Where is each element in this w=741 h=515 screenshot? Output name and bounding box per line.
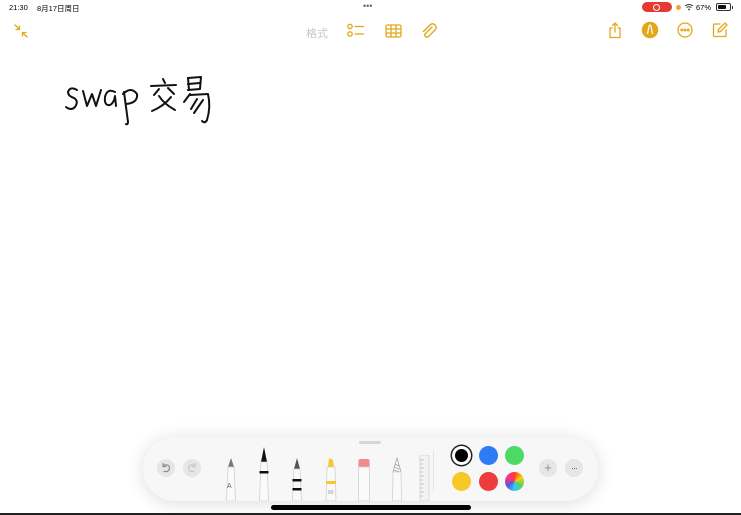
pen-tool-letter: A — [227, 483, 232, 490]
markup-pen-icon[interactable] — [641, 21, 659, 39]
table-icon[interactable] — [385, 24, 402, 38]
home-indicator[interactable] — [271, 505, 471, 510]
screen-recording-indicator[interactable] — [642, 2, 672, 12]
color-green-swatch[interactable] — [505, 446, 524, 465]
wifi-icon — [684, 3, 694, 11]
highlighter-tool[interactable]: 80 — [323, 457, 339, 501]
ruler-tool[interactable] — [418, 455, 430, 501]
eraser-tool[interactable] — [356, 457, 372, 501]
redo-button[interactable] — [183, 459, 201, 477]
battery-percent: 67% — [696, 3, 712, 12]
format-button[interactable]: 格式 — [306, 25, 328, 41]
palette-grabber[interactable] — [359, 441, 381, 444]
fountain-pen-tool[interactable] — [289, 457, 305, 501]
crayon-tool[interactable] — [389, 457, 405, 501]
highlighter-number: 80 — [328, 490, 334, 496]
palette-divider — [433, 451, 434, 491]
color-picker-icon[interactable] — [505, 472, 524, 491]
multitasking-dots[interactable]: ••• — [363, 1, 372, 11]
share-icon[interactable] — [608, 22, 622, 39]
attachment-icon[interactable] — [421, 22, 437, 40]
handwritten-note[interactable] — [64, 70, 214, 130]
collapse-icon[interactable] — [14, 24, 28, 38]
pencil-tool-palette: A 80 + ··· — [143, 437, 598, 501]
mic-indicator-icon — [676, 5, 681, 10]
color-black-swatch[interactable] — [452, 446, 471, 465]
pen-tool[interactable]: A — [223, 457, 239, 501]
battery-icon — [716, 3, 733, 11]
status-bar: 21:30 8月17日周日 ••• 67% — [0, 0, 741, 14]
checklist-icon[interactable] — [347, 23, 365, 38]
compose-icon[interactable] — [712, 22, 728, 38]
monoline-tool[interactable] — [256, 446, 272, 501]
undo-button[interactable] — [157, 459, 175, 477]
status-date: 8月17日周日 — [37, 4, 80, 13]
status-time: 21:30 — [9, 3, 28, 12]
color-yellow-swatch[interactable] — [452, 472, 471, 491]
color-red-swatch[interactable] — [479, 472, 498, 491]
add-tool-button[interactable]: + — [539, 459, 557, 477]
more-icon[interactable] — [677, 22, 693, 38]
color-blue-swatch[interactable] — [479, 446, 498, 465]
palette-more-button[interactable]: ··· — [565, 459, 583, 477]
